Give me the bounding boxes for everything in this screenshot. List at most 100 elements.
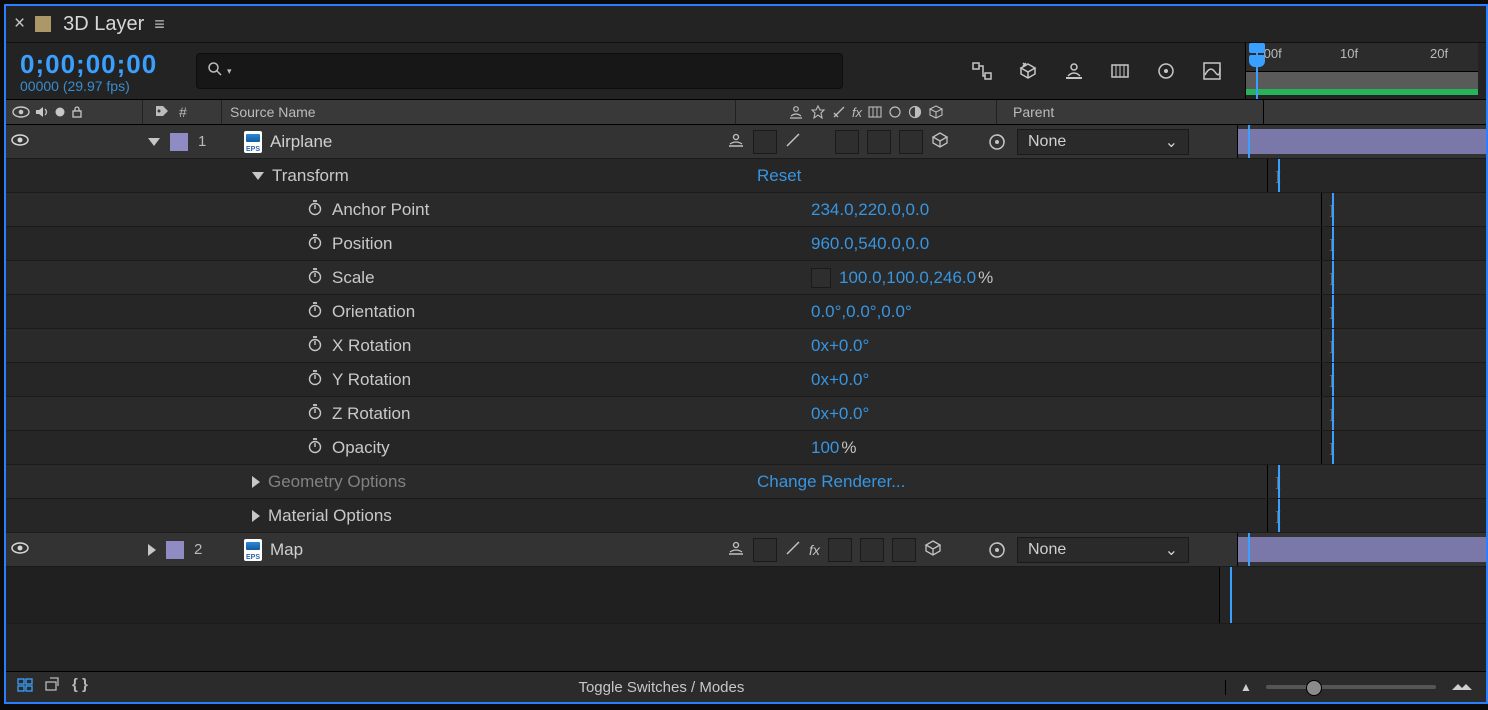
twirl-right-icon[interactable]	[148, 544, 156, 556]
3d-switch[interactable]	[931, 131, 949, 153]
switch-box[interactable]	[867, 130, 891, 154]
property-row-yrotation[interactable]: Y Rotation 0x+0.0° I	[6, 363, 1486, 397]
property-row-anchor[interactable]: Anchor Point 234.0,220.0,0.0 I	[6, 193, 1486, 227]
parent-dropdown[interactable]: None ⌄	[1017, 537, 1189, 563]
stopwatch-icon[interactable]	[306, 198, 324, 221]
stopwatch-icon[interactable]	[306, 266, 324, 289]
constrain-proportions[interactable]	[811, 268, 831, 288]
prop-value[interactable]: 0.0°,0.0°,0.0°	[811, 302, 912, 322]
eps-file-icon: EPS	[244, 131, 262, 153]
video-toggle[interactable]	[10, 133, 30, 151]
material-label: Material Options	[268, 506, 392, 526]
material-options-row[interactable]: Material Options I	[6, 499, 1486, 533]
render-queue-icon[interactable]	[44, 676, 62, 698]
current-time[interactable]: 0;00;00;00 00000 (29.97 fps)	[14, 49, 196, 94]
ruler-label: 10f	[1340, 46, 1358, 61]
layer-row-airplane[interactable]: 1 EPS Airplane None ⌄	[6, 125, 1486, 159]
zoom-in-icon[interactable]	[1450, 680, 1472, 695]
change-renderer-button[interactable]: Change Renderer...	[757, 472, 905, 492]
parent-header[interactable]: Parent	[997, 100, 1263, 124]
stopwatch-icon[interactable]	[306, 436, 324, 459]
toggle-switches-button[interactable]: Toggle Switches / Modes	[578, 679, 744, 696]
layer-bar[interactable]	[1238, 129, 1486, 154]
property-row-position[interactable]: Position 960.0,540.0,0.0 I	[6, 227, 1486, 261]
lock-col-icon[interactable]	[70, 105, 84, 119]
property-row-xrotation[interactable]: X Rotation 0x+0.0° I	[6, 329, 1486, 363]
prop-value[interactable]: 234.0,220.0,0.0	[811, 200, 929, 220]
layer-color-swatch[interactable]	[166, 541, 184, 559]
property-row-scale[interactable]: Scale 100.0,100.0,246.0% I	[6, 261, 1486, 295]
switch-box[interactable]	[892, 538, 916, 562]
parent-pickwhip-icon[interactable]	[987, 132, 1007, 152]
property-row-zrotation[interactable]: Z Rotation 0x+0.0° I	[6, 397, 1486, 431]
frame-blend-icon[interactable]	[1109, 60, 1131, 82]
timecode-value[interactable]: 0;00;00;00	[20, 49, 190, 80]
solo-col-icon[interactable]	[54, 106, 66, 118]
panel-menu-icon[interactable]: ≡	[154, 14, 165, 35]
stopwatch-icon[interactable]	[306, 232, 324, 255]
brackets-icon[interactable]: { }	[72, 676, 88, 698]
switch-box[interactable]	[828, 538, 852, 562]
layer-rows: 1 EPS Airplane None ⌄	[6, 125, 1486, 624]
stopwatch-icon[interactable]	[306, 334, 324, 357]
3d-switch[interactable]	[924, 539, 942, 561]
toggle-view-icon[interactable]	[16, 676, 34, 698]
playhead-line[interactable]	[1256, 43, 1258, 99]
prop-value[interactable]: 100%	[811, 438, 857, 458]
switch-box[interactable]	[753, 538, 777, 562]
switch-box[interactable]	[835, 130, 859, 154]
quality-switch[interactable]	[785, 540, 801, 560]
zoom-out-icon[interactable]: ▲	[1240, 680, 1252, 694]
shy-switch[interactable]	[727, 131, 745, 153]
switch-box[interactable]	[860, 538, 884, 562]
time-ruler[interactable]: :00f 10f 20f	[1245, 43, 1478, 99]
layer-name[interactable]: Airplane	[270, 132, 332, 152]
dropdown-icon[interactable]: ▾	[227, 66, 232, 77]
switch-box[interactable]	[899, 130, 923, 154]
twirl-right-icon[interactable]	[252, 510, 260, 522]
zoom-slider[interactable]	[1266, 685, 1436, 689]
timecode-sub: 00000 (29.97 fps)	[20, 78, 190, 94]
layer-row-map[interactable]: 2 EPS Map fx None ⌄	[6, 533, 1486, 567]
parent-dropdown[interactable]: None ⌄	[1017, 129, 1189, 155]
prop-value[interactable]: 0x+0.0°	[811, 404, 869, 424]
source-name-header[interactable]: Source Name	[222, 100, 735, 124]
video-col-icon[interactable]	[12, 105, 30, 119]
layer-bar[interactable]	[1238, 537, 1486, 562]
switch-box[interactable]	[753, 130, 777, 154]
stopwatch-icon[interactable]	[306, 402, 324, 425]
motion-blur-icon[interactable]	[1155, 60, 1177, 82]
work-area-bar[interactable]	[1246, 89, 1478, 95]
comp-title[interactable]: 3D Layer	[63, 13, 144, 36]
reset-button[interactable]: Reset	[757, 166, 801, 186]
fx-switch[interactable]: fx	[809, 542, 820, 558]
geometry-options-row[interactable]: Geometry Options Change Renderer... I	[6, 465, 1486, 499]
video-toggle[interactable]	[10, 541, 30, 559]
prop-value[interactable]: 0x+0.0°	[811, 370, 869, 390]
layer-search-input[interactable]: ▾	[196, 53, 843, 89]
prop-value[interactable]: 100.0,100.0,246.0%	[839, 268, 993, 288]
twirl-down-icon[interactable]	[252, 172, 264, 180]
draft3d-icon[interactable]	[1017, 60, 1039, 82]
shy-icon[interactable]	[1063, 60, 1085, 82]
layer-name[interactable]: Map	[270, 540, 303, 560]
property-row-opacity[interactable]: Opacity 100% I	[6, 431, 1486, 465]
transform-group-row[interactable]: Transform Reset I	[6, 159, 1486, 193]
layer-color-swatch[interactable]	[170, 133, 188, 151]
shy-switch[interactable]	[727, 539, 745, 561]
property-row-orientation[interactable]: Orientation 0.0°,0.0°,0.0° I	[6, 295, 1486, 329]
comp-flow-icon[interactable]	[971, 60, 993, 82]
close-icon[interactable]: ×	[14, 13, 25, 35]
graph-editor-icon[interactable]	[1201, 60, 1223, 82]
label-col-icon[interactable]	[153, 103, 171, 121]
prop-value[interactable]: 0x+0.0°	[811, 336, 869, 356]
stopwatch-icon[interactable]	[306, 368, 324, 391]
twirl-down-icon[interactable]	[148, 138, 160, 146]
prop-value[interactable]: 960.0,540.0,0.0	[811, 234, 929, 254]
audio-col-icon[interactable]	[34, 105, 50, 119]
quality-switch[interactable]	[785, 132, 801, 152]
parent-value: None	[1028, 133, 1066, 151]
stopwatch-icon[interactable]	[306, 300, 324, 323]
parent-pickwhip-icon[interactable]	[987, 540, 1007, 560]
twirl-right-icon[interactable]	[252, 476, 260, 488]
